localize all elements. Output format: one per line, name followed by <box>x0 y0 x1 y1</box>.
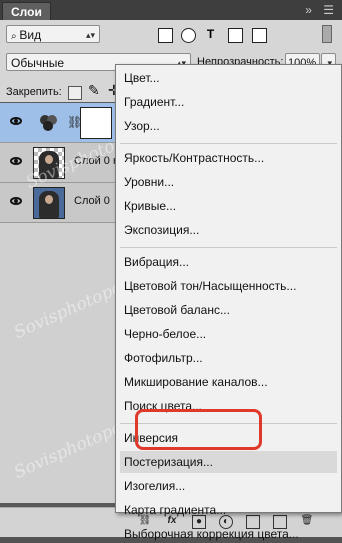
filter-smart-object-icon[interactable] <box>252 28 267 43</box>
filter-pixel-icon[interactable] <box>158 28 173 43</box>
menu-separator <box>120 143 337 144</box>
panel-menu-icon[interactable]: » ☰ <box>305 3 338 17</box>
filter-adjustment-icon[interactable] <box>181 28 196 43</box>
menu-item[interactable]: Цветовой тон/Насыщенность... <box>124 277 296 295</box>
menu-item[interactable]: Постеризация... <box>124 453 213 471</box>
chevron-updown-icon: ▴▾ <box>85 30 95 40</box>
menu-item[interactable]: Уровни... <box>124 173 174 191</box>
visibility-eye-icon[interactable] <box>10 117 22 125</box>
person-image <box>39 191 59 218</box>
menu-item[interactable]: Фотофильтр... <box>124 349 203 367</box>
menu-item[interactable]: Выборочная коррекция цвета... <box>124 525 299 543</box>
menu-item[interactable]: Карта градиента... <box>124 501 226 519</box>
menu-item[interactable]: Узор... <box>124 117 160 135</box>
menu-item[interactable]: Микширование каналов... <box>124 373 268 391</box>
menu-item[interactable]: Изогелия... <box>124 477 185 495</box>
layer-thumbnail <box>33 147 65 179</box>
menu-item[interactable]: Вибрация... <box>124 253 189 271</box>
panel-title-bar: Слои » ☰ <box>0 0 342 21</box>
layer-thumbnail <box>33 187 65 219</box>
person-image <box>39 151 59 178</box>
layer-mask-thumbnail[interactable] <box>80 107 112 139</box>
menu-item[interactable]: Черно-белое... <box>124 325 206 343</box>
tab-layers[interactable]: Слои <box>2 2 51 21</box>
blend-mode-value: Обычные <box>11 56 65 70</box>
delete-layer-icon[interactable]: 🗑 <box>300 515 314 529</box>
lock-transparent-icon[interactable] <box>68 86 82 100</box>
filter-toggle-switch[interactable] <box>322 25 332 43</box>
adjustment-layer-icon <box>32 107 68 137</box>
visibility-eye-icon[interactable] <box>10 157 22 165</box>
menu-item[interactable]: Экспозиция... <box>124 221 199 239</box>
visibility-eye-icon[interactable] <box>10 197 22 205</box>
menu-separator <box>120 247 337 248</box>
menu-item[interactable]: Кривые... <box>124 197 176 215</box>
filter-kind-value: Вид <box>19 28 42 42</box>
highlight-box <box>135 409 262 450</box>
filter-shape-icon[interactable] <box>228 28 243 43</box>
filter-kind-select[interactable]: ⌕ Вид ▴▾ <box>6 25 100 43</box>
menu-item[interactable]: Цветовой баланс... <box>124 301 230 319</box>
filter-type-icon[interactable]: T <box>204 28 217 41</box>
menu-item[interactable]: Цвет... <box>124 69 160 87</box>
lock-brush-icon[interactable]: ✎ <box>88 82 100 99</box>
menu-item[interactable]: Яркость/Контрастность... <box>124 149 264 167</box>
layer-name[interactable]: Слой 0 <box>74 195 110 207</box>
lock-label: Закрепить: <box>6 86 62 98</box>
menu-item[interactable]: Градиент... <box>124 93 184 111</box>
layers-panel: Слои » ☰ ⌕ Вид ▴▾ T Обычные ▴▾ Непрозрач… <box>0 0 342 541</box>
